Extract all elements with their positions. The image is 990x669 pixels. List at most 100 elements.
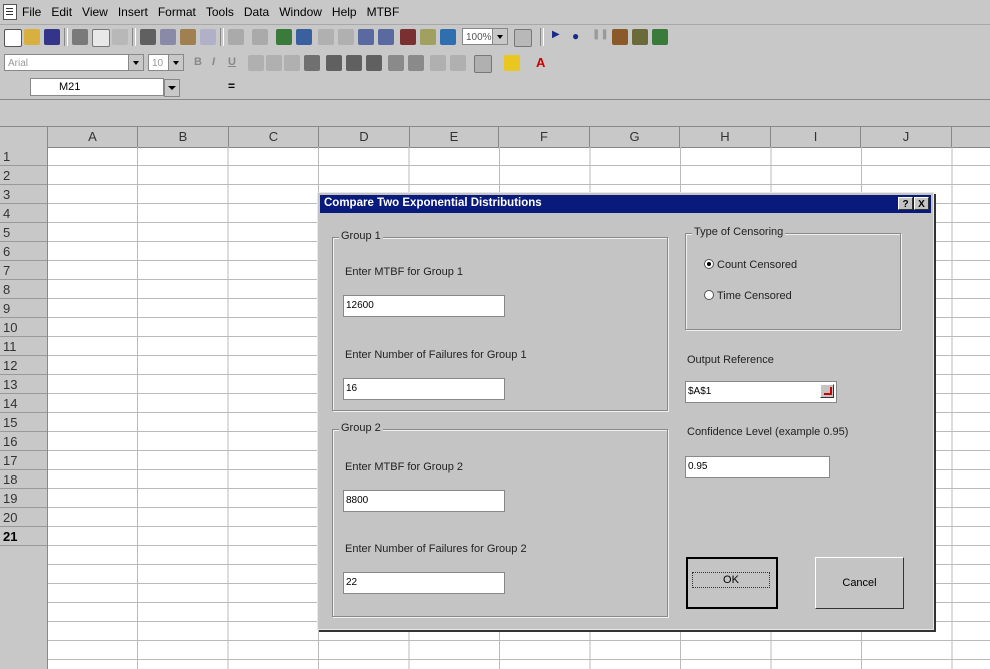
mtbf-chart-icon[interactable]: [652, 29, 668, 45]
row-header[interactable]: 10: [0, 318, 47, 337]
align-right-icon[interactable]: [284, 55, 300, 71]
ok-button[interactable]: OK: [686, 557, 778, 609]
menu-mtbf[interactable]: MTBF: [367, 5, 400, 19]
radio-time-censored[interactable]: Time Censored: [704, 290, 792, 302]
font-color-icon[interactable]: A: [536, 55, 552, 71]
row-header[interactable]: 4: [0, 204, 47, 223]
undo-icon[interactable]: [228, 29, 244, 45]
autosum-icon[interactable]: [318, 29, 334, 45]
decrease-indent-icon[interactable]: [430, 55, 446, 71]
cancel-button[interactable]: Cancel: [815, 557, 904, 609]
group1-mtbf-input[interactable]: 12600: [343, 295, 505, 317]
tools-icon[interactable]: [632, 29, 648, 45]
decrease-decimal-icon[interactable]: [408, 55, 424, 71]
row-header[interactable]: 19: [0, 489, 47, 508]
column-header-b[interactable]: B: [138, 127, 229, 147]
row-header[interactable]: 18: [0, 470, 47, 489]
row-header[interactable]: 11: [0, 337, 47, 356]
merge-center-icon[interactable]: [304, 55, 320, 71]
record-icon[interactable]: ●: [572, 29, 588, 45]
dialog-titlebar[interactable]: Compare Two Exponential Distributions ? …: [320, 195, 931, 213]
chart-wizard-icon[interactable]: [400, 29, 416, 45]
menu-insert[interactable]: Insert: [118, 5, 148, 19]
close-button[interactable]: X: [914, 197, 929, 210]
column-header-f[interactable]: F: [499, 127, 590, 147]
confidence-input[interactable]: 0.95: [685, 456, 830, 478]
column-header-d[interactable]: D: [319, 127, 410, 147]
group1-failures-input[interactable]: 16: [343, 378, 505, 400]
collapse-dialog-icon[interactable]: [820, 384, 834, 398]
fill-color-icon[interactable]: [504, 55, 520, 71]
drawing-icon[interactable]: [440, 29, 456, 45]
function-icon[interactable]: [338, 29, 354, 45]
print-icon[interactable]: [72, 29, 88, 45]
column-header-h[interactable]: H: [680, 127, 771, 147]
comma-icon[interactable]: [366, 55, 382, 71]
map-icon[interactable]: [420, 29, 436, 45]
menu-tools[interactable]: Tools: [206, 5, 234, 19]
help-button[interactable]: ?: [898, 197, 913, 210]
row-header[interactable]: 20: [0, 508, 47, 527]
edit-formula-icon[interactable]: =: [228, 79, 235, 93]
play-icon[interactable]: ▶: [552, 29, 568, 45]
menu-format[interactable]: Format: [158, 5, 196, 19]
row-header[interactable]: 3: [0, 185, 47, 204]
copy-icon[interactable]: [160, 29, 176, 45]
italic-icon[interactable]: I: [212, 56, 215, 68]
align-center-icon[interactable]: [266, 55, 282, 71]
radio-count-censored[interactable]: Count Censored: [704, 259, 797, 271]
spelling-icon[interactable]: [112, 29, 128, 45]
formula-input[interactable]: [250, 78, 990, 96]
column-header-e[interactable]: E: [410, 127, 499, 147]
print-preview-icon[interactable]: [92, 29, 110, 47]
row-header[interactable]: 16: [0, 432, 47, 451]
menu-file[interactable]: File: [22, 5, 41, 19]
open-icon[interactable]: [24, 29, 40, 45]
group2-mtbf-input[interactable]: 8800: [343, 490, 505, 512]
column-header-i[interactable]: I: [771, 127, 861, 147]
borders-icon[interactable]: [474, 55, 492, 73]
row-header[interactable]: 1: [0, 147, 47, 166]
column-header-j[interactable]: J: [861, 127, 952, 147]
column-header-c[interactable]: C: [229, 127, 319, 147]
select-all-corner[interactable]: [0, 127, 48, 147]
row-header-active[interactable]: 21: [0, 527, 47, 546]
output-reference-input[interactable]: $A$1: [685, 381, 837, 403]
menu-window[interactable]: Window: [279, 5, 322, 19]
align-left-icon[interactable]: [248, 55, 264, 71]
row-header[interactable]: 9: [0, 299, 47, 318]
menu-edit[interactable]: Edit: [51, 5, 72, 19]
bold-icon[interactable]: B: [194, 56, 202, 68]
macro-icon[interactable]: [612, 29, 628, 45]
column-header-a[interactable]: A: [48, 127, 138, 147]
row-header[interactable]: 5: [0, 223, 47, 242]
row-header[interactable]: 12: [0, 356, 47, 375]
cut-icon[interactable]: [140, 29, 156, 45]
sort-descending-icon[interactable]: [378, 29, 394, 45]
row-header[interactable]: 13: [0, 375, 47, 394]
workbook-icon[interactable]: [3, 4, 17, 20]
new-icon[interactable]: [4, 29, 22, 47]
name-box[interactable]: M21: [30, 78, 164, 96]
pause-icon[interactable]: ❚❚: [592, 29, 609, 45]
office-assistant-icon[interactable]: [514, 29, 532, 47]
column-header-g[interactable]: G: [590, 127, 680, 147]
web-toolbar-icon[interactable]: [296, 29, 312, 45]
font-name-select[interactable]: Arial: [4, 54, 144, 71]
row-header[interactable]: 6: [0, 242, 47, 261]
row-header[interactable]: 17: [0, 451, 47, 470]
row-header[interactable]: 7: [0, 261, 47, 280]
hyperlink-icon[interactable]: [276, 29, 292, 45]
increase-decimal-icon[interactable]: [388, 55, 404, 71]
menu-view[interactable]: View: [82, 5, 108, 19]
save-icon[interactable]: [44, 29, 60, 45]
menu-help[interactable]: Help: [332, 5, 357, 19]
chevron-down-icon[interactable]: [164, 79, 180, 97]
group2-failures-input[interactable]: 22: [343, 572, 505, 594]
menu-data[interactable]: Data: [244, 5, 269, 19]
currency-icon[interactable]: [326, 55, 342, 71]
paste-icon[interactable]: [180, 29, 196, 45]
row-header[interactable]: 14: [0, 394, 47, 413]
font-size-select[interactable]: 10: [148, 54, 184, 71]
row-header[interactable]: 2: [0, 166, 47, 185]
